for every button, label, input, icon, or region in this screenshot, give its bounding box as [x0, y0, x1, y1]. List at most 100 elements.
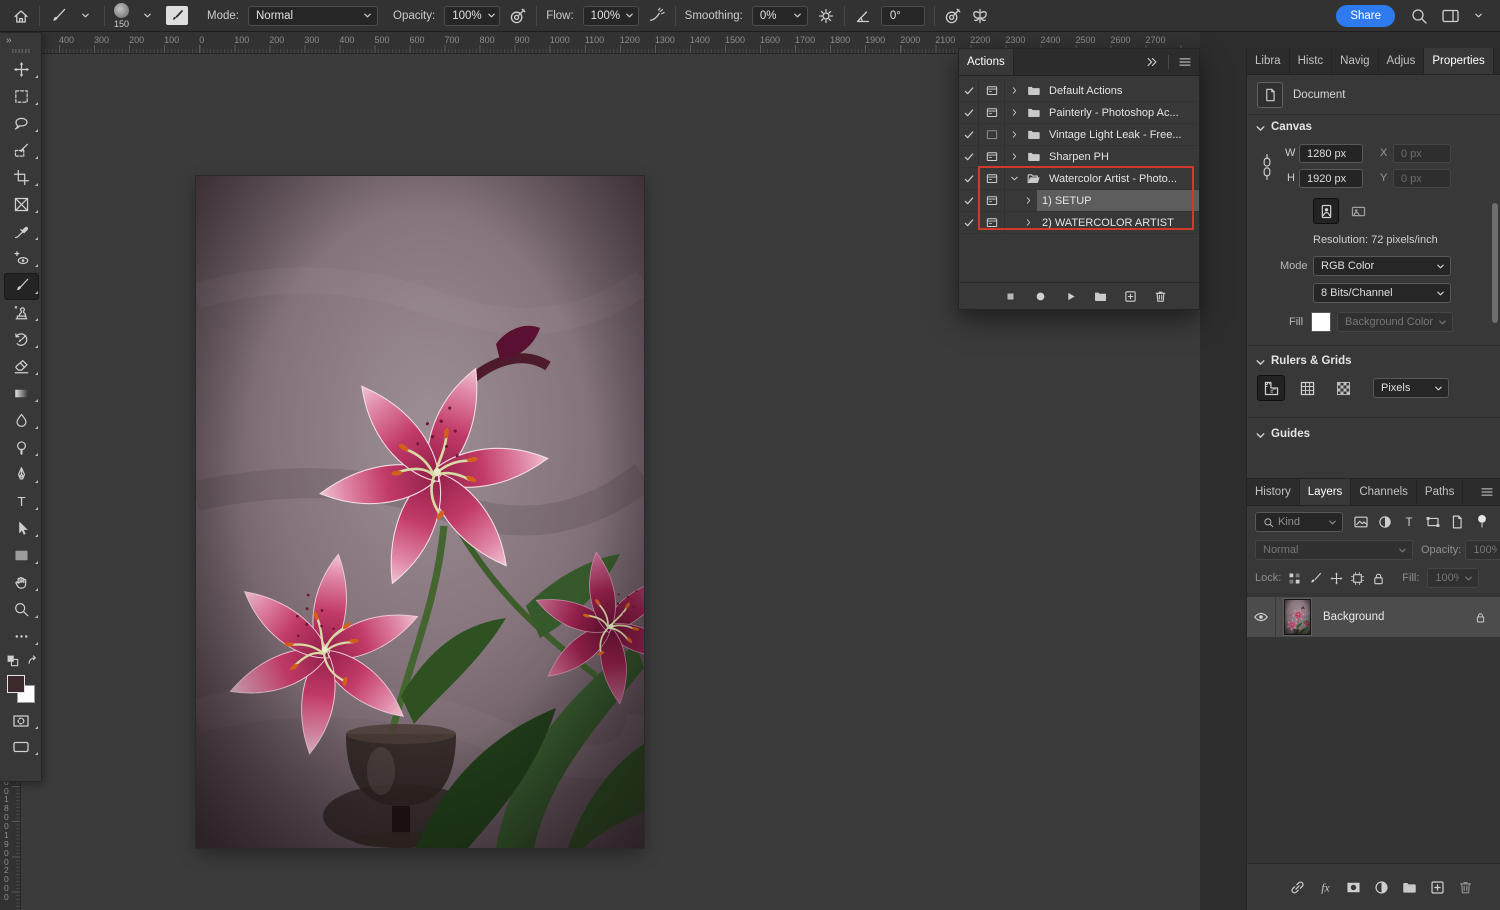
action-label[interactable]: 2) WATERCOLOR ARTIST: [1037, 212, 1199, 233]
layer-blend-mode-select[interactable]: Normal: [1255, 540, 1413, 560]
layer-visibility-toggle[interactable]: [1247, 597, 1276, 637]
zoom-tool[interactable]: [0, 596, 42, 623]
action-dialog-toggle[interactable]: [979, 80, 1005, 101]
orientation-portrait-button[interactable]: [1313, 198, 1339, 224]
action-label[interactable]: 1) SETUP: [1037, 190, 1199, 211]
layer-lock-icon[interactable]: [1474, 611, 1487, 624]
lock-position-icon[interactable]: [1329, 571, 1344, 586]
layer-mask-button[interactable]: [1345, 879, 1362, 896]
tab-navigator[interactable]: Navig: [1332, 48, 1378, 74]
expand-chevron-icon[interactable]: [1005, 102, 1023, 123]
airbrush-icon[interactable]: [648, 7, 666, 25]
section-chevron-icon[interactable]: [1255, 123, 1266, 134]
chevron-down-icon[interactable]: [1469, 11, 1488, 20]
stop-button[interactable]: [1003, 289, 1018, 304]
lock-transparency-icon[interactable]: [1287, 571, 1302, 586]
new-group-button[interactable]: [1401, 879, 1418, 896]
blur-tool[interactable]: [0, 407, 42, 434]
layer-opacity-select[interactable]: 100%: [1465, 540, 1500, 560]
home-icon[interactable]: [12, 7, 30, 25]
action-label[interactable]: Painterly - Photoshop Ac...: [1044, 102, 1199, 123]
gradient-tool[interactable]: [0, 380, 42, 407]
flow-select[interactable]: 100%: [583, 6, 639, 26]
rectangle-tool[interactable]: [0, 542, 42, 569]
panel-menu-icon[interactable]: [1178, 55, 1192, 69]
layer-style-button[interactable]: fx: [1317, 879, 1334, 896]
brush-angle-input[interactable]: 0°: [881, 6, 925, 26]
action-set-row[interactable]: Watercolor Artist - Photo...: [959, 168, 1199, 190]
section-chevron-icon[interactable]: [1255, 430, 1266, 441]
panel-menu-icon[interactable]: [1480, 485, 1494, 499]
pen-tool[interactable]: [0, 461, 42, 488]
action-dialog-toggle[interactable]: [979, 190, 1005, 211]
pressure-size-icon[interactable]: [944, 7, 962, 25]
eyedropper-tool[interactable]: [0, 218, 42, 245]
action-dialog-toggle[interactable]: [979, 124, 1005, 145]
tab-adjustments[interactable]: Adjus: [1379, 48, 1425, 74]
chevron-down-icon[interactable]: [138, 11, 157, 20]
action-row[interactable]: 1) SETUP: [959, 190, 1199, 212]
layer-fill-select[interactable]: 100%: [1427, 568, 1479, 588]
action-set-row[interactable]: Default Actions: [959, 80, 1199, 102]
action-enable-checkbox[interactable]: [959, 80, 979, 101]
action-dialog-toggle[interactable]: [979, 168, 1005, 189]
pressure-opacity-icon[interactable]: [509, 7, 527, 25]
workspace-icon[interactable]: [1441, 7, 1460, 25]
brush-preset-picker[interactable]: 150: [114, 3, 129, 29]
path-selection-tool[interactable]: [0, 515, 42, 542]
smoothing-select[interactable]: 0%: [752, 6, 808, 26]
collapse-panel-icon[interactable]: [1145, 55, 1159, 69]
action-enable-checkbox[interactable]: [959, 212, 979, 233]
filter-toggle-icon[interactable]: [1475, 513, 1489, 531]
search-icon[interactable]: [1410, 7, 1428, 25]
layer-filter-kind-select[interactable]: Kind: [1255, 512, 1343, 532]
lock-all-icon[interactable]: [1371, 571, 1386, 586]
new-adjustment-button[interactable]: [1373, 879, 1390, 896]
rulers-grids-section-header[interactable]: Rulers & Grids: [1271, 355, 1352, 367]
toggle-rulers-button[interactable]: [1257, 375, 1285, 401]
expand-chevron-icon[interactable]: [1019, 190, 1037, 211]
layer-row-background[interactable]: Background: [1247, 597, 1500, 637]
object-selection-tool[interactable]: [0, 137, 42, 164]
action-label[interactable]: Watercolor Artist - Photo...: [1044, 168, 1199, 189]
canvas-width-input[interactable]: 1280 px: [1299, 144, 1363, 163]
action-label[interactable]: Sharpen PH: [1044, 146, 1199, 167]
action-set-row[interactable]: Sharpen PH: [959, 146, 1199, 168]
action-set-row[interactable]: Vintage Light Leak - Free...: [959, 124, 1199, 146]
move-tool[interactable]: [0, 56, 42, 83]
action-set-row[interactable]: Painterly - Photoshop Ac...: [959, 102, 1199, 124]
tab-history[interactable]: History: [1247, 479, 1300, 505]
history-brush-tool[interactable]: [0, 326, 42, 353]
layer-name[interactable]: Background: [1323, 611, 1384, 623]
clone-stamp-tool[interactable]: [0, 299, 42, 326]
new-action-button[interactable]: [1123, 289, 1138, 304]
link-dimensions-icon[interactable]: [1259, 151, 1275, 183]
expand-chevron-icon[interactable]: [1019, 212, 1037, 233]
tab-properties[interactable]: Properties: [1424, 48, 1493, 74]
lock-artboard-icon[interactable]: [1350, 571, 1365, 586]
frame-tool[interactable]: [0, 191, 42, 218]
gear-icon[interactable]: [817, 7, 835, 25]
document-canvas[interactable]: [196, 176, 644, 848]
section-chevron-icon[interactable]: [1255, 357, 1266, 368]
tab-histogram[interactable]: Histc: [1290, 48, 1333, 74]
delete-action-button[interactable]: [1153, 289, 1168, 304]
blend-mode-select[interactable]: Normal: [248, 6, 378, 26]
chevron-down-icon[interactable]: [76, 11, 95, 20]
bit-depth-select[interactable]: 8 Bits/Channel: [1313, 283, 1451, 303]
lasso-tool[interactable]: [0, 110, 42, 137]
action-enable-checkbox[interactable]: [959, 102, 979, 123]
new-set-button[interactable]: [1093, 289, 1108, 304]
action-enable-checkbox[interactable]: [959, 124, 979, 145]
expand-chevron-icon[interactable]: [1005, 168, 1023, 189]
action-enable-checkbox[interactable]: [959, 190, 979, 211]
default-colors-icon[interactable]: [6, 654, 20, 668]
action-label[interactable]: Vintage Light Leak - Free...: [1044, 124, 1199, 145]
color-mode-select[interactable]: RGB Color: [1313, 256, 1451, 276]
marquee-tool[interactable]: [0, 83, 42, 110]
action-label[interactable]: Default Actions: [1044, 80, 1199, 101]
link-layers-button[interactable]: [1289, 879, 1306, 896]
toggle-pixel-grid-button[interactable]: [1329, 375, 1357, 401]
layer-thumbnail[interactable]: [1284, 599, 1311, 635]
action-dialog-toggle[interactable]: [979, 146, 1005, 167]
